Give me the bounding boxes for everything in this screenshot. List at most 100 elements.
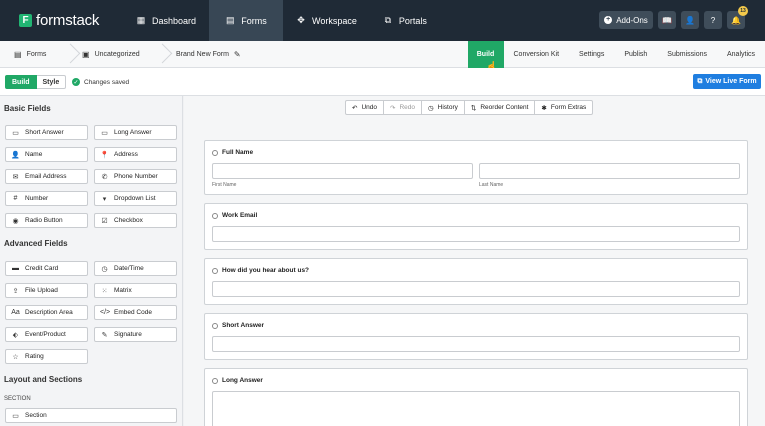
field-title: Full Name — [212, 149, 253, 156]
style-toggle-button[interactable]: Style — [36, 75, 67, 89]
field-label: Long Answer — [114, 129, 152, 136]
redo-button[interactable]: ↷ Redo — [383, 100, 422, 115]
field-label: Description Area — [25, 309, 73, 316]
advanced-fields-heading: Advanced Fields — [4, 239, 68, 248]
tab-conversion-kit[interactable]: Conversion Kit — [504, 41, 570, 68]
user-button[interactable]: 👤 — [681, 11, 699, 29]
field-phone-number[interactable]: ✆ Phone Number — [94, 169, 177, 184]
drag-handle-icon — [212, 149, 218, 156]
field-label: Embed Code — [114, 309, 152, 316]
book-button[interactable]: 📖 — [658, 11, 676, 29]
first-name-input[interactable] — [212, 163, 473, 179]
tab-settings[interactable]: Settings — [569, 41, 614, 68]
view-live-form-button[interactable]: ⧉ View Live Form — [693, 74, 761, 89]
add-ons-button[interactable]: + Add-Ons — [599, 11, 653, 29]
drag-handle-icon — [212, 267, 218, 274]
field-number[interactable]: # Number — [5, 191, 88, 206]
nav-tab-workspace[interactable]: ✥ Workspace — [283, 0, 370, 41]
field-radio-button[interactable]: ◉ Radio Button — [5, 213, 88, 228]
nav-tab-forms[interactable]: ▤ Forms — [209, 0, 284, 41]
field-label: Signature — [114, 331, 142, 338]
tab-publish[interactable]: Publish — [614, 41, 657, 68]
upload-icon: ⇪ — [12, 287, 19, 295]
breadcrumb-label: Uncategorized — [94, 50, 140, 58]
build-toggle-button[interactable]: Build — [5, 75, 37, 89]
field-signature[interactable]: ✎ Signature — [94, 327, 177, 342]
field-title: How did you hear about us? — [212, 267, 309, 274]
field-long-answer[interactable]: ▭ Long Answer — [94, 125, 177, 140]
field-label: Short Answer — [25, 129, 64, 136]
form-field-how-did-you-hear[interactable]: How did you hear about us? — [204, 258, 748, 305]
drag-handle-icon — [212, 212, 218, 219]
form-extras-button[interactable]: ✱ Form Extras — [534, 100, 594, 115]
breadcrumb-uncategorized[interactable]: ▣ Uncategorized — [72, 41, 154, 68]
field-title: Long Answer — [212, 377, 263, 384]
forms-icon: ▤ — [14, 49, 22, 59]
field-checkbox[interactable]: ☑ Checkbox — [94, 213, 177, 228]
undo-icon: ↶ — [352, 104, 358, 112]
field-label: File Upload — [25, 287, 58, 294]
breadcrumb-label: Forms — [26, 50, 47, 58]
editor-toolbar: Build Style ✓ Changes saved ⧉ View Live … — [0, 68, 765, 96]
field-section[interactable]: ▭ Section — [5, 408, 177, 423]
forms-icon: ▤ — [226, 15, 235, 25]
help-button[interactable]: ? — [704, 11, 722, 29]
long-answer-textarea[interactable] — [212, 391, 740, 426]
notifications-button[interactable]: 🔔 13 — [727, 6, 748, 29]
gear-icon: ✱ — [541, 104, 547, 112]
tab-analytics[interactable]: Analytics — [717, 41, 765, 68]
undo-button[interactable]: ↶ Undo — [345, 100, 384, 115]
field-file-upload[interactable]: ⇪ File Upload — [5, 283, 88, 298]
field-name[interactable]: 👤 Name — [5, 147, 88, 162]
portals-icon: ⧉ — [384, 15, 392, 25]
field-embed-code[interactable]: </> Embed Code — [94, 305, 177, 320]
form-field-full-name[interactable]: Full Name First Name Last Name — [204, 140, 748, 195]
field-dropdown-list[interactable]: ▾ Dropdown List — [94, 191, 177, 206]
short-answer-input[interactable] — [212, 336, 740, 352]
field-rating[interactable]: ☆ Rating — [5, 349, 88, 364]
basic-fields-heading: Basic Fields — [4, 104, 51, 113]
tab-submissions[interactable]: Submissions — [657, 41, 717, 68]
puzzle-icon: ✥ — [297, 15, 305, 25]
form-canvas: ↶ Undo ↷ Redo ◷ History ⇅ Reorder Content ✱ F… — [184, 96, 765, 426]
pencil-icon[interactable]: ✎ — [234, 50, 241, 59]
external-window-icon: ⧉ — [697, 77, 703, 85]
nav-tab-dashboard[interactable]: ▦ Dashboard — [123, 0, 209, 41]
history-button[interactable]: ◷ History — [421, 100, 465, 115]
field-label: Date/Time — [114, 265, 144, 272]
form-field-work-email[interactable]: Work Email — [204, 203, 748, 250]
how-did-you-hear-input[interactable] — [212, 281, 740, 297]
person-icon: 👤 — [11, 151, 20, 159]
text-icon: ▭ — [12, 129, 19, 137]
breadcrumb-form-name[interactable]: Brand New Form ✎ — [164, 41, 241, 68]
phone-icon: ✆ — [101, 173, 108, 181]
reorder-content-button[interactable]: ⇅ Reorder Content — [463, 100, 536, 115]
last-name-input[interactable] — [479, 163, 740, 179]
form-field-long-answer[interactable]: Long Answer — [204, 368, 748, 426]
drag-handle-icon — [212, 377, 218, 384]
help-icon: ? — [710, 15, 716, 25]
breadcrumb-forms[interactable]: ▤ Forms — [0, 41, 62, 68]
breadcrumb-separator — [62, 41, 72, 68]
nav-tab-portals[interactable]: ⧉ Portals — [370, 0, 440, 41]
work-email-input[interactable] — [212, 226, 740, 242]
field-address[interactable]: 📍 Address — [94, 147, 177, 162]
history-icon: ◷ — [428, 104, 434, 112]
last-name-sublabel: Last Name — [479, 182, 504, 188]
nav-right-actions: + Add-Ons 📖 👤 ? 🔔 13 — [599, 6, 748, 29]
field-credit-card[interactable]: ▬ Credit Card — [5, 261, 88, 276]
field-matrix[interactable]: ⁙ Matrix — [94, 283, 177, 298]
form-field-short-answer[interactable]: Short Answer — [204, 313, 748, 360]
field-description-area[interactable]: Aa Description Area — [5, 305, 88, 320]
field-short-answer[interactable]: ▭ Short Answer — [5, 125, 88, 140]
formstack-logo[interactable]: F formstack — [19, 12, 123, 29]
nav-tab-label: Forms — [241, 15, 267, 26]
field-email-address[interactable]: ✉ Email Address — [5, 169, 88, 184]
code-icon: </> — [100, 309, 111, 316]
field-event-product[interactable]: ⬖ Event/Product — [5, 327, 88, 342]
field-date-time[interactable]: ◷ Date/Time — [94, 261, 177, 276]
redo-label: Redo — [399, 104, 415, 111]
section-icon: ▭ — [12, 412, 19, 420]
breadcrumb-label: Brand New Form — [176, 50, 229, 58]
logo-text: formstack — [36, 12, 100, 29]
